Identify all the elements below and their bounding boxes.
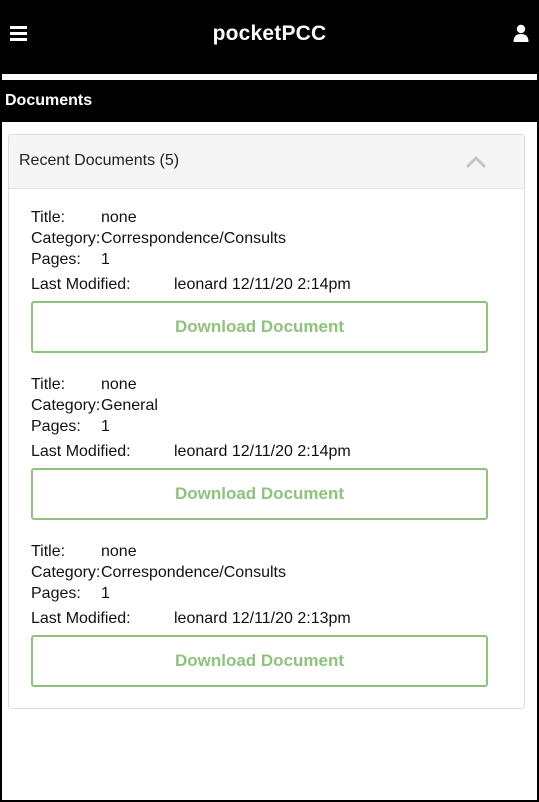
title-label: Title: (31, 543, 66, 560)
section-title: Documents (5, 92, 93, 109)
document-item: Title: none Category:General Pages: 1 Last… (9, 374, 524, 520)
recent-documents-header[interactable]: Recent Documents (5) (9, 135, 524, 189)
recent-documents-panel: Recent Documents (5) Title: none Category… (8, 134, 525, 709)
document-title-row: Title: none (31, 541, 524, 562)
chevron-up-icon[interactable] (466, 156, 486, 168)
document-title-value: none (101, 209, 137, 226)
app-frame: pocketPCC Documents Recent Documents (5)… (0, 0, 539, 802)
document-category-value: General (101, 397, 158, 414)
document-title-value: none (101, 543, 137, 560)
pages-label: Pages: (31, 418, 81, 435)
download-document-button[interactable]: Download Document (31, 301, 488, 353)
document-category-row: Category:Correspondence/Consults (31, 228, 524, 249)
user-icon[interactable] (513, 24, 529, 42)
pages-label: Pages: (31, 585, 81, 602)
title-label: Title: (31, 209, 66, 226)
document-modified-row: Last Modified: leonard 12/11/20 2:14pm (31, 274, 524, 295)
document-pages-value: 1 (101, 418, 110, 435)
last-modified-label: Last Modified: (31, 276, 131, 293)
document-list: Title: none Category:Correspondence/Consu… (9, 189, 524, 687)
document-category-value: Correspondence/Consults (101, 564, 286, 581)
document-modified-value: leonard 12/11/20 2:14pm (174, 443, 351, 460)
pages-label: Pages: (31, 251, 81, 268)
document-category-value: Correspondence/Consults (101, 230, 286, 247)
document-title-value: none (101, 376, 137, 393)
panel-title: Recent Documents (5) (19, 152, 180, 169)
document-item: Title: none Category:Correspondence/Consu… (9, 207, 524, 353)
document-category-row: Category:General (31, 395, 524, 416)
document-modified-value: leonard 12/11/20 2:13pm (174, 610, 351, 627)
document-pages-row: Pages: 1 (31, 583, 524, 604)
document-title-row: Title: none (31, 374, 524, 395)
category-label: Category: (31, 564, 101, 581)
document-pages-value: 1 (101, 251, 110, 268)
document-pages-value: 1 (101, 585, 110, 602)
top-app-bar: pocketPCC (2, 0, 537, 74)
last-modified-label: Last Modified: (31, 443, 131, 460)
document-pages-row: Pages: 1 (31, 249, 524, 270)
document-category-row: Category:Correspondence/Consults (31, 562, 524, 583)
document-modified-row: Last Modified: leonard 12/11/20 2:14pm (31, 441, 524, 462)
category-label: Category: (31, 397, 101, 414)
document-item: Title: none Category:Correspondence/Consu… (9, 541, 524, 687)
document-modified-row: Last Modified: leonard 12/11/20 2:13pm (31, 608, 524, 629)
download-document-button[interactable]: Download Document (31, 635, 488, 687)
download-document-button[interactable]: Download Document (31, 468, 488, 520)
section-title-bar: Documents (2, 80, 537, 122)
app-title: pocketPCC (212, 22, 327, 45)
document-title-row: Title: none (31, 207, 524, 228)
category-label: Category: (31, 230, 101, 247)
last-modified-label: Last Modified: (31, 610, 131, 627)
title-label: Title: (31, 376, 66, 393)
document-modified-value: leonard 12/11/20 2:14pm (174, 276, 351, 293)
document-pages-row: Pages: 1 (31, 416, 524, 437)
